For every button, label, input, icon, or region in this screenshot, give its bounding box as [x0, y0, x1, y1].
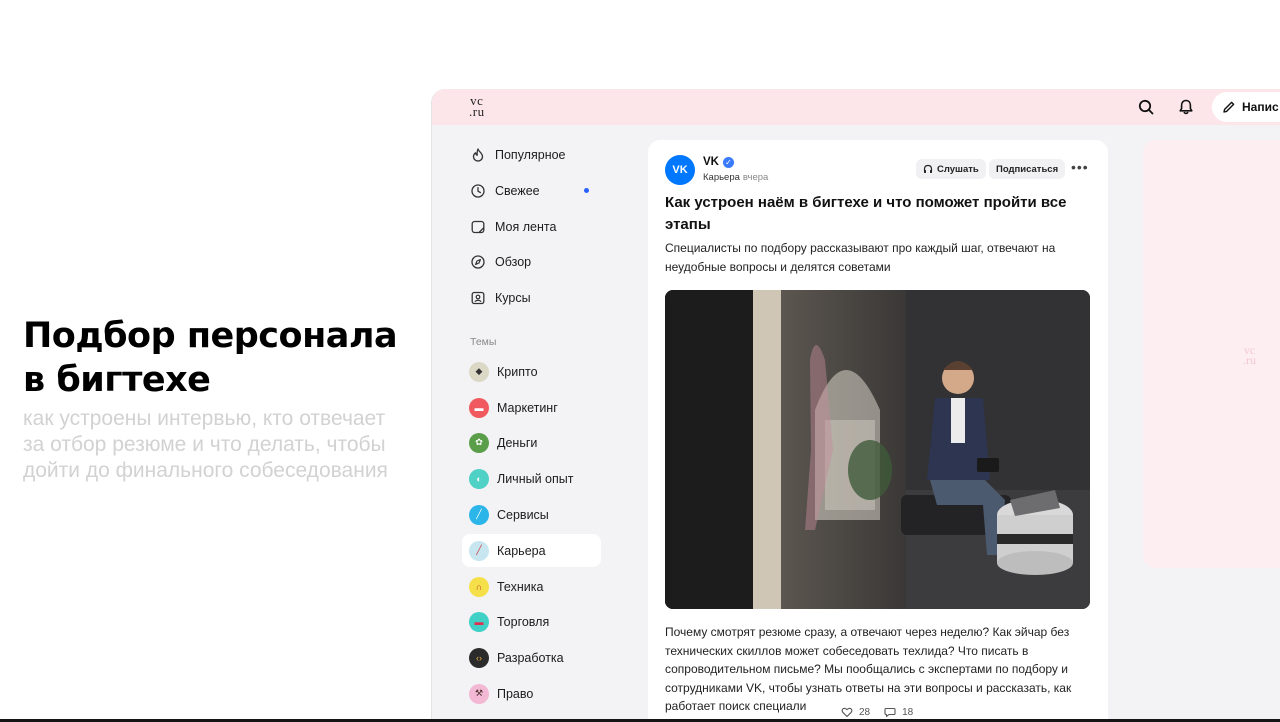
- topic-law[interactable]: ⚒ Право: [462, 677, 601, 710]
- clock-icon: [471, 184, 485, 198]
- topic-label: Сервисы: [497, 507, 549, 522]
- comments-count: 18: [902, 706, 914, 718]
- subscribe-label: Подписаться: [996, 163, 1059, 175]
- author-avatar[interactable]: VK: [665, 155, 695, 185]
- topic-career[interactable]: ╱ Карьера: [462, 534, 601, 567]
- pencil-icon: [1223, 101, 1235, 113]
- verified-icon: ✓: [722, 156, 734, 168]
- topic-crypto[interactable]: ◆ Крипто: [462, 355, 601, 388]
- bell-icon[interactable]: [1176, 97, 1196, 117]
- services-icon: ╱: [469, 504, 489, 525]
- search-icon[interactable]: [1136, 97, 1156, 117]
- flame-icon: [472, 148, 484, 162]
- topic-label: Право: [497, 686, 534, 701]
- trade-icon: ▬: [469, 611, 489, 632]
- listen-label: Слушать: [937, 163, 979, 175]
- listen-button[interactable]: Слушать: [916, 159, 986, 179]
- author-name[interactable]: VK: [703, 156, 719, 168]
- sidebar-item-label: Курсы: [495, 291, 531, 305]
- new-indicator-dot: [584, 188, 589, 193]
- courses-icon: [471, 291, 485, 305]
- headphones-icon: [923, 164, 933, 173]
- topic-label: Разработка: [497, 650, 564, 665]
- watermark-text: .ru: [1243, 353, 1256, 367]
- personal-experience-icon: ◐: [469, 468, 489, 489]
- career-icon: ╱: [469, 540, 489, 561]
- gavel-icon: ⚒: [469, 683, 489, 704]
- topic-label: Карьера: [497, 543, 546, 558]
- promo-title: Подбор персонала в бигтехе: [23, 314, 433, 402]
- top-bar: vc .ru Напис: [432, 89, 1280, 125]
- topic-label: Техника: [497, 579, 544, 594]
- topic-tech[interactable]: ∩ Техника: [462, 570, 601, 603]
- write-button-label: Напис: [1242, 100, 1279, 114]
- office-photo: [665, 290, 1090, 609]
- sidebar-item-label: Обзор: [495, 255, 532, 269]
- compass-icon: [471, 255, 485, 269]
- topic-services[interactable]: ╱ Сервисы: [462, 498, 601, 531]
- topic-label: Крипто: [497, 364, 538, 379]
- post-meta: Карьера вчера: [703, 172, 768, 183]
- heart-icon[interactable]: [841, 706, 853, 718]
- watermark-logo: vc .ru: [1243, 344, 1256, 367]
- promo-subtitle: как устроены интервью, кто отвечает за о…: [23, 406, 433, 484]
- app-window: vc .ru Напис Популярное Свежее Моя лента…: [432, 89, 1280, 722]
- sidebar-item-my-feed[interactable]: Моя лента: [462, 211, 602, 243]
- post-title[interactable]: Как устроен наём в бигтехе и что поможет…: [665, 192, 1085, 236]
- likes-count: 28: [859, 706, 871, 718]
- sidebar-item-label: Моя лента: [495, 220, 557, 234]
- sidebar-item-courses[interactable]: Курсы: [462, 282, 602, 314]
- promo-subtitle-line: за отбор резюме и что делать, чтобы: [23, 433, 386, 456]
- sidebar-item-label: Популярное: [495, 148, 566, 162]
- topic-money[interactable]: ✿ Деньги: [462, 426, 601, 459]
- sidebar-item-popular[interactable]: Популярное: [462, 139, 602, 171]
- tech-icon: ∩: [469, 576, 489, 597]
- more-options-icon[interactable]: •••: [1071, 159, 1089, 175]
- topics-heading: Темы: [470, 336, 497, 348]
- sidebar-item-overview[interactable]: Обзор: [462, 246, 602, 278]
- topic-marketing[interactable]: ▬ Маркетинг: [462, 391, 601, 424]
- sidebar-item-label: Свежее: [495, 184, 540, 198]
- topic-label: Торговля: [497, 614, 550, 629]
- subscribe-button[interactable]: Подписаться: [989, 159, 1066, 179]
- topic-label: Личный опыт: [497, 471, 574, 486]
- comment-icon[interactable]: [884, 706, 896, 718]
- post-lead: Специалисты по подбору рассказывают про …: [665, 241, 1056, 274]
- logo-text: .ru: [469, 104, 485, 119]
- feed-icon: [471, 220, 485, 234]
- crypto-icon: ◆: [469, 361, 489, 382]
- topic-development[interactable]: ‹› Разработка: [462, 641, 601, 674]
- promo-title-line: Подбор персонала: [23, 316, 398, 356]
- promo-block: Подбор персонала в бигтехе как устроены …: [23, 314, 433, 484]
- right-sidebar-banner: vc .ru: [1143, 140, 1280, 568]
- topic-label: Деньги: [497, 435, 538, 450]
- promo-subtitle-line: дойти до финального собеседования: [23, 459, 388, 482]
- promo-subtitle-line: как устроены интервью, кто отвечает: [23, 407, 386, 430]
- sidebar-item-fresh[interactable]: Свежее: [462, 175, 602, 207]
- money-icon: ✿: [469, 432, 489, 453]
- write-post-button[interactable]: Напис: [1212, 92, 1280, 122]
- topic-trade[interactable]: ▬ Торговля: [462, 605, 601, 638]
- promo-title-line: в бигтехе: [23, 360, 211, 400]
- marketing-icon: ▬: [469, 397, 489, 418]
- post-category[interactable]: Карьера: [703, 172, 740, 183]
- post-card[interactable]: VK VK ✓ Карьера вчера Слушать Подписаться…: [648, 140, 1108, 722]
- code-icon: ‹›: [469, 647, 489, 668]
- post-time: вчера: [742, 172, 769, 183]
- topic-personal-experience[interactable]: ◐ Личный опыт: [462, 462, 601, 495]
- site-logo[interactable]: vc .ru: [469, 94, 485, 119]
- post-cover-image[interactable]: [665, 290, 1090, 609]
- author-name-row[interactable]: VK ✓: [703, 156, 734, 168]
- topic-label: Маркетинг: [497, 400, 558, 415]
